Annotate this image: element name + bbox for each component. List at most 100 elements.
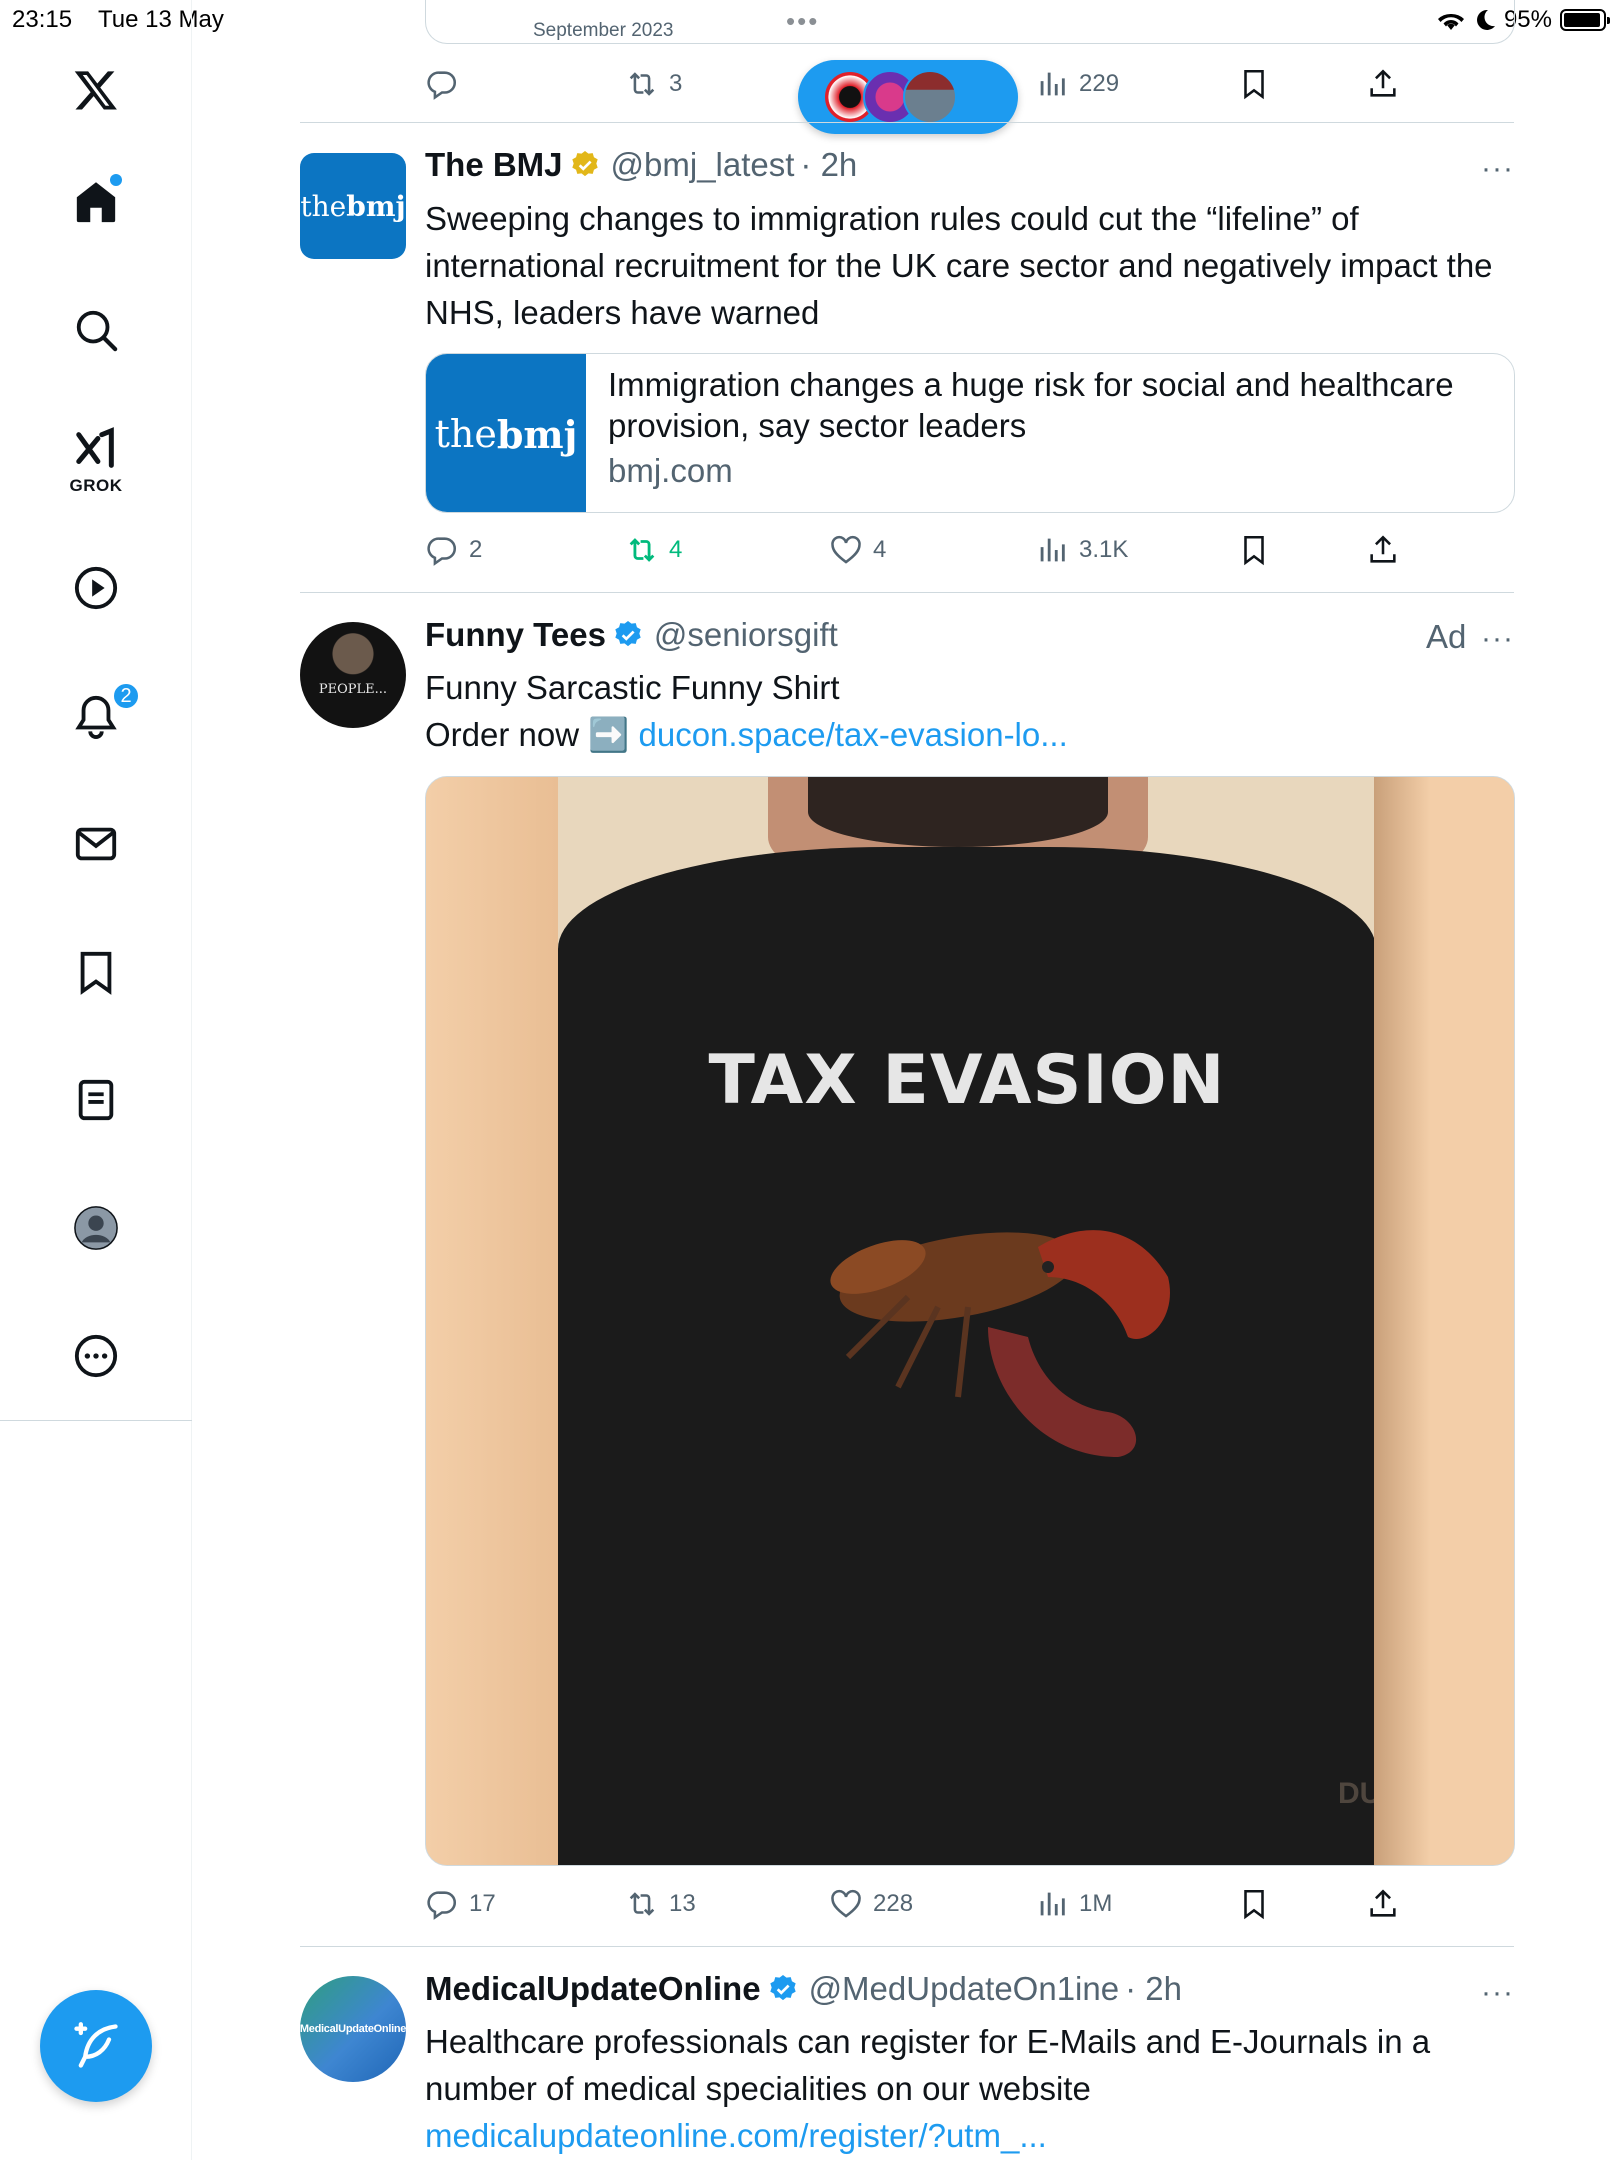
tweet-more-icon[interactable]: ··· [1481,1976,1514,2010]
battery-icon [1560,9,1610,31]
views-count: 3.1K [1079,536,1129,563]
share-icon [1370,535,1396,563]
heart-icon [831,1889,861,1918]
more-options-icon[interactable] [66,1326,126,1386]
notifications-badge: 2 [112,682,140,710]
bmj-avatar[interactable]: the bmj [300,153,406,259]
media-photo-scene: TAX EVASION DUCON [558,777,1376,1865]
like-button[interactable]: 4 [829,528,886,572]
pill-avatar [903,70,957,124]
media-watermark: DUCON [1338,1777,1376,1810]
retweet-count: 3 [669,70,683,97]
link-preview-card[interactable]: the bmj Immigration changes a huge risk f… [425,353,1515,513]
bookmark-button[interactable] [1237,1882,1271,1926]
media-beard [808,777,1108,847]
search-icon[interactable] [66,300,126,360]
like-count: 228 [873,1890,914,1917]
tweet-header: The BMJ @bmj_latest · 2h [425,146,857,184]
previous-card-caption: September 2023 [533,20,674,41]
reply-icon [427,71,457,100]
verified-blue-badge-icon [769,1975,796,2001]
views-chart-icon [1040,538,1065,562]
tweet-body: Healthcare professionals can register fo… [425,2023,1431,2107]
tweet-line: Order now ➡️ ducon.space/tax-evasion-lo.… [425,711,1515,758]
tweet-separator [300,122,1514,123]
video-icon[interactable] [66,558,126,618]
bookmark-button[interactable] [1237,528,1271,572]
bookmark-icon [1244,69,1264,100]
views-button[interactable]: 3.1K [1035,528,1128,572]
share-icon [1370,69,1396,97]
tweet-link[interactable]: ducon.space/tax-evasion-lo... [639,716,1068,753]
retweet-button[interactable]: 3 [625,62,682,106]
left-navigation: GROK 2 [0,0,192,2160]
tweet-actions: 17 13 228 1M [425,1882,1425,1926]
reply-button[interactable]: 2 [425,528,482,572]
like-count: 4 [873,536,887,563]
heart-icon [831,535,861,564]
ad-label: Ad [1426,618,1467,655]
tweet-media-image[interactable]: TAX EVASION DUCON [425,776,1515,1866]
home-unread-dot [110,174,122,186]
tweet-time: · 2h [800,146,858,183]
link-preview-domain: bmj.com [608,452,733,489]
author-name[interactable]: Funny Tees [425,616,606,654]
retweet-button[interactable]: 13 [625,1882,696,1926]
tweet-text: Funny Sarcastic Funny Shirt Order now ➡️… [425,664,1515,758]
tweet-line: Funny Sarcastic Funny Shirt [425,669,840,706]
reply-button[interactable]: 17 [425,1882,496,1926]
share-button[interactable] [1366,62,1400,106]
tweet-separator [300,592,1514,593]
retweet-icon [629,72,655,96]
tweet-more-icon[interactable]: ··· [1481,622,1514,656]
tweet-header: MedicalUpdateOnline @MedUpdateOn1ine · 2… [425,1970,1182,2008]
feather-plus-icon [74,2022,118,2068]
tweet-actions: 2 4 4 3.1K [425,528,1425,572]
grok-icon[interactable] [66,420,126,480]
retweet-button[interactable]: 4 [625,528,682,572]
author-name[interactable]: MedicalUpdateOnline [425,1970,761,2008]
verified-blue-badge-icon [615,621,641,647]
medicalupdateonline-avatar[interactable]: MedicalUpdateOnline [300,1976,406,2082]
tweet-separator [300,1946,1514,1947]
reply-icon [427,537,457,566]
bookmark-icon [1244,535,1264,566]
author-handle[interactable]: @seniorsgift [654,616,838,654]
messages-envelope-icon[interactable] [66,814,126,874]
views-button[interactable]: 1M [1035,1882,1112,1926]
lobster-graphic [830,1230,1170,1457]
compose-post-button[interactable] [40,1990,152,2102]
profile-avatar-icon[interactable] [66,1198,126,1258]
reply-button[interactable] [425,62,459,106]
bookmarks-icon[interactable] [66,942,126,1002]
views-count: 229 [1079,70,1120,97]
like-button[interactable]: 228 [829,1882,913,1926]
media-wall-left [426,777,558,1865]
home-icon[interactable] [66,172,126,232]
lists-icon[interactable] [66,1070,126,1130]
nav-divider [0,1420,192,1421]
tweet-link[interactable]: medicalupdateonline.com/register/?utm_..… [425,2112,1515,2159]
retweet-icon [629,538,655,562]
reply-count: 2 [469,536,483,563]
retweet-count: 4 [669,536,683,563]
views-button[interactable]: 229 [1035,62,1119,106]
x-logo-icon[interactable] [66,60,126,120]
share-button[interactable] [1366,1882,1400,1926]
notifications-bell-icon[interactable]: 2 [66,682,140,746]
author-handle[interactable]: @bmj_latest [611,146,795,184]
author-name[interactable]: The BMJ [425,146,563,184]
views-chart-icon [1040,1892,1065,1916]
bookmark-icon [1244,1889,1264,1920]
tweet-text: Sweeping changes to immigration rules co… [425,200,1493,331]
tweet-header: Funny Tees @seniorsgift [425,616,838,654]
author-handle[interactable]: @MedUpdateOn1ine [809,1970,1120,2008]
tweet-more-icon[interactable]: ··· [1481,152,1514,186]
media-wall-right [1374,777,1514,1865]
funny-tees-avatar[interactable]: PEOPLE... [300,622,406,728]
share-button[interactable] [1366,528,1400,572]
bookmark-button[interactable] [1237,62,1271,106]
tweet-time: · 2h [1125,1970,1182,2007]
retweet-count: 13 [669,1890,696,1917]
order-now-text: Order now ➡️ [425,716,639,753]
